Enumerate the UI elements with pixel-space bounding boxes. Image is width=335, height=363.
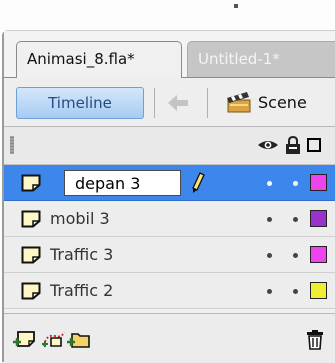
layer-header	[4, 127, 335, 165]
scene-label[interactable]: Scene	[258, 91, 307, 115]
new-layer-icon[interactable]	[12, 328, 38, 350]
eye-icon[interactable]	[257, 136, 279, 154]
timeline-panel: Animasi_8.fla* Untitled-1* Timeline Scen…	[2, 30, 335, 363]
layer-color-swatch[interactable]	[310, 246, 327, 263]
panel-grip-handle[interactable]	[10, 136, 14, 154]
pencil-icon	[192, 172, 205, 193]
layer-row[interactable]: mobil 3	[4, 201, 335, 237]
timeline-button[interactable]: Timeline	[16, 87, 144, 119]
layer-icon	[21, 210, 41, 228]
back-arrow-icon[interactable]	[165, 91, 191, 115]
new-folder-icon[interactable]	[66, 328, 92, 350]
motion-guide-icon[interactable]	[41, 328, 67, 350]
tab-untitled-1[interactable]: Untitled-1*	[187, 41, 335, 77]
layer-icon	[21, 282, 41, 300]
layer-color-swatch[interactable]	[310, 282, 327, 299]
lock-toggle[interactable]	[293, 253, 298, 258]
document-tab-bar: Animasi_8.fla* Untitled-1*	[4, 31, 335, 78]
visibility-toggle[interactable]	[267, 253, 272, 258]
lock-toggle[interactable]	[293, 289, 298, 294]
layer-name[interactable]: mobil 3	[50, 201, 110, 237]
clapperboard-icon[interactable]	[226, 90, 252, 114]
layer-color-swatch[interactable]	[310, 210, 327, 227]
window-top-strip	[0, 0, 335, 30]
timeline-toolbar: Timeline Scene	[4, 78, 335, 127]
layer-row[interactable]: Traffic 2	[4, 273, 335, 309]
layer-icon	[21, 246, 41, 264]
toolbar-divider	[207, 88, 208, 118]
layer-icon	[21, 174, 41, 192]
layer-name[interactable]: Traffic 3	[50, 237, 113, 273]
lock-icon[interactable]	[284, 135, 302, 155]
toolbar-divider	[154, 88, 155, 118]
lock-toggle[interactable]	[293, 217, 298, 222]
visibility-toggle[interactable]	[267, 289, 272, 294]
trash-icon[interactable]	[302, 328, 328, 350]
lock-toggle[interactable]	[293, 181, 298, 186]
layer-color-swatch[interactable]	[310, 174, 327, 191]
layer-row[interactable]: Traffic 3	[4, 237, 335, 273]
tab-animasi-8[interactable]: Animasi_8.fla*	[16, 41, 182, 78]
layer-name[interactable]: Traffic 2	[50, 273, 113, 309]
resize-tick	[234, 4, 238, 8]
layer-footer-toolbar	[4, 313, 335, 363]
layer-name-input[interactable]	[64, 170, 181, 196]
outline-icon[interactable]	[307, 138, 321, 152]
visibility-toggle[interactable]	[267, 181, 272, 186]
layer-row[interactable]	[4, 165, 335, 201]
visibility-toggle[interactable]	[267, 217, 272, 222]
